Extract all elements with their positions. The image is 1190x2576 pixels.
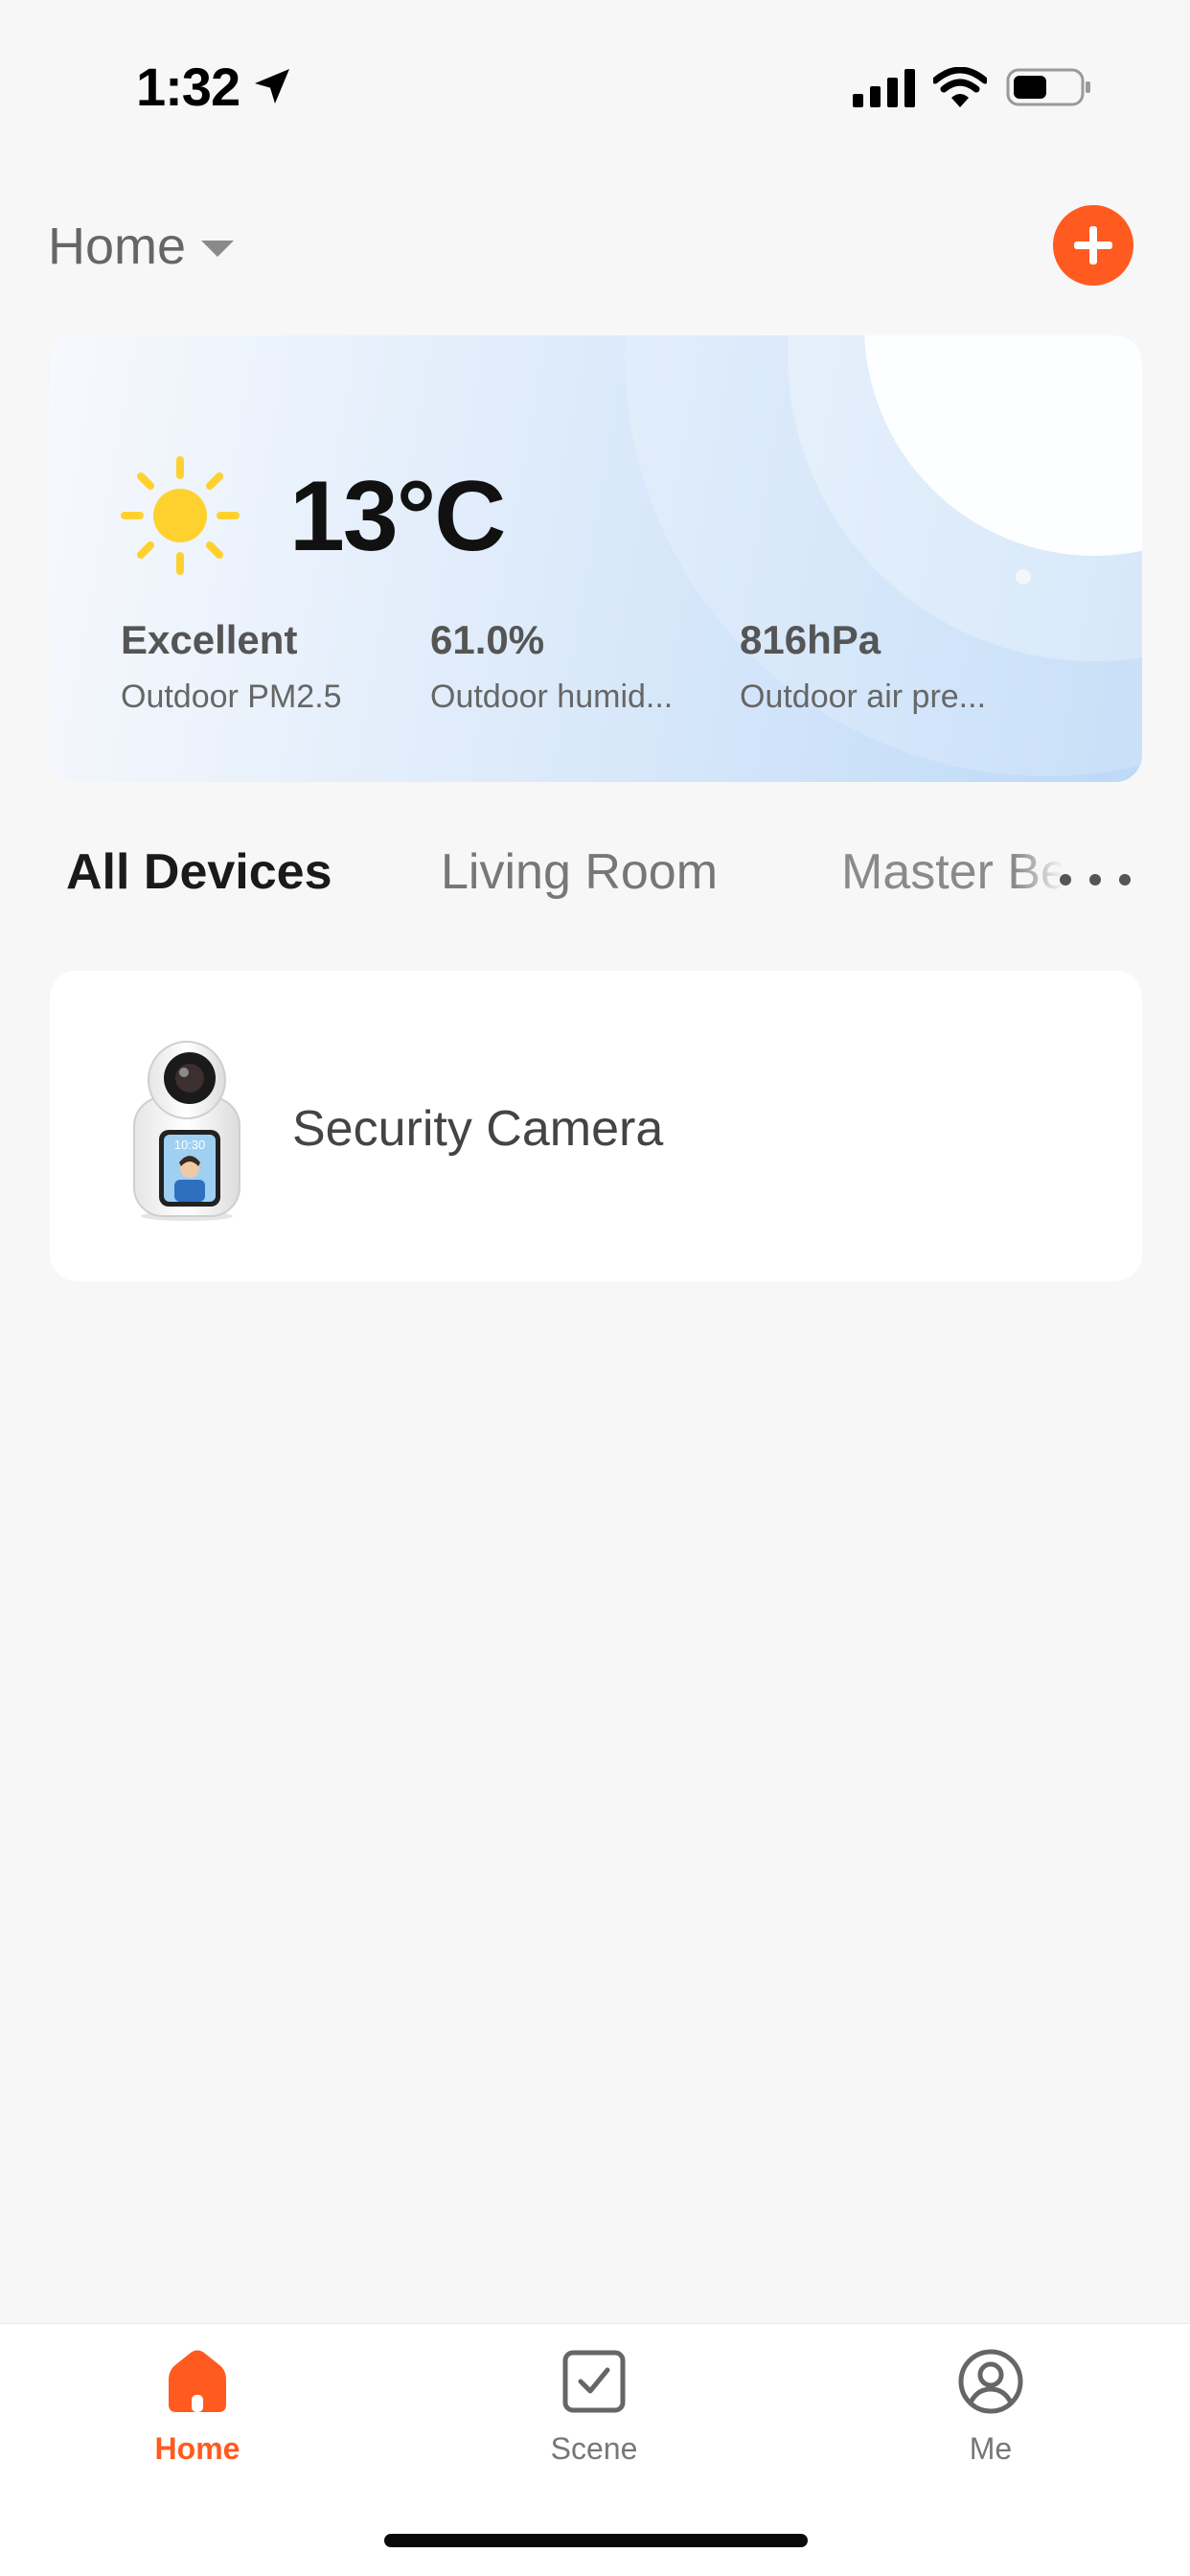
metric-value: 61.0% (430, 617, 545, 662)
nav-scene[interactable]: Scene (479, 2324, 709, 2487)
nav-me[interactable]: Me (876, 2324, 1106, 2487)
metric-value: Excellent (121, 617, 298, 662)
room-tabs: All Devices Living Room Master Bedroom (0, 843, 1190, 920)
tab-fade (1016, 843, 1064, 920)
nav-label: Scene (550, 2431, 638, 2466)
status-bar: 1:32 (0, 0, 1190, 172)
weather-metric-humidity: 61.0% Outdoor humid... (430, 617, 718, 716)
nav-home[interactable]: Home (82, 2324, 312, 2487)
camera-device-icon: 10:30 (133, 1041, 240, 1221)
caret-down-icon (201, 240, 235, 257)
weather-decoration (1016, 569, 1031, 585)
weather-metric-pressure: 816hPa Outdoor air pre... (740, 617, 1027, 716)
cellular-signal-icon (853, 69, 915, 107)
home-selector[interactable]: Home (48, 213, 235, 280)
status-time: 1:32 (136, 57, 240, 117)
sun-icon (121, 456, 240, 575)
metric-label: Outdoor PM2.5 (121, 678, 342, 715)
home-indicator (384, 2534, 808, 2547)
nav-label: Me (969, 2431, 1013, 2466)
battery-icon (1006, 68, 1090, 106)
home-selector-label: Home (48, 218, 187, 275)
metric-label: Outdoor air pre... (740, 678, 987, 715)
wifi-icon (933, 67, 987, 107)
nav-label: Home (154, 2431, 240, 2466)
weather-metric-pm25: Excellent Outdoor PM2.5 (121, 617, 408, 716)
tab-living-room[interactable]: Living Room (441, 843, 718, 901)
user-circle-icon (958, 2349, 1023, 2414)
camera-screen-time: 10:30 (174, 1138, 206, 1152)
weather-card[interactable]: 13°C Excellent Outdoor PM2.5 61.0% Outdo… (50, 335, 1142, 782)
more-horizontal-icon[interactable] (1060, 868, 1131, 891)
add-device-button[interactable] (1053, 205, 1133, 286)
checkbox-icon (562, 2350, 626, 2413)
metric-label: Outdoor humid... (430, 678, 674, 715)
location-arrow-icon (255, 69, 289, 104)
metric-value: 816hPa (740, 617, 881, 662)
device-name: Security Camera (292, 1101, 664, 1157)
device-card[interactable]: 10:30 Security Camera (50, 971, 1142, 1281)
tab-all-devices[interactable]: All Devices (66, 843, 332, 901)
home-icon (169, 2350, 226, 2412)
weather-temperature: 13°C (289, 461, 506, 572)
